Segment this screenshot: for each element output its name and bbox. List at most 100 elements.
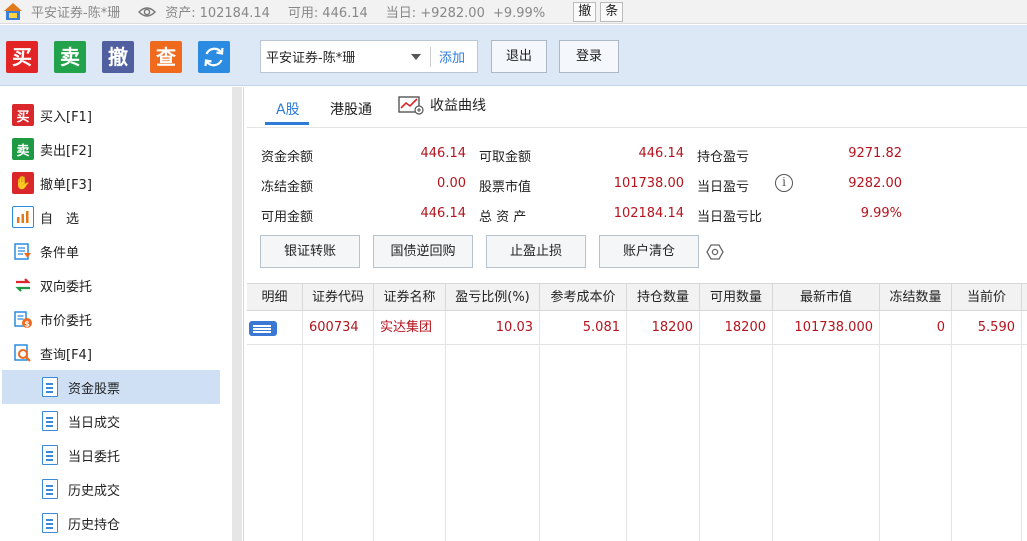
available-funds-label: 可用金额 xyxy=(261,210,314,225)
market-order-icon: $ xyxy=(12,308,34,330)
document-icon xyxy=(42,411,58,431)
market-value-label: 股票市值 xyxy=(479,180,532,195)
column-divider xyxy=(539,345,540,541)
balance-value: 446.14 xyxy=(420,146,467,161)
sidebar-item-market-order[interactable]: $ 市价委托 xyxy=(0,302,230,336)
eye-icon[interactable] xyxy=(138,6,157,18)
sidebar-subitem-label: 历史成交 xyxy=(68,483,121,499)
sidebar-item-watchlist[interactable]: 自 选 xyxy=(0,200,230,234)
sidebar: 买 买入[F1] 卖 卖出[F2] ✋ 撤单[F3] 自 选 条件单 双向委托 … xyxy=(0,87,244,541)
sidebar-item-cancel[interactable]: ✋ 撤单[F3] xyxy=(0,166,230,200)
info-icon[interactable]: i xyxy=(775,174,793,192)
assets-summary: 资产: 102184.14 xyxy=(165,2,270,21)
sidebar-subitem-label: 当日委托 xyxy=(68,449,121,465)
sidebar-item-label: 卖出[F2] xyxy=(40,143,92,159)
column-header[interactable]: 持仓数量 xyxy=(627,284,700,311)
sidebar-item-label: 市价委托 xyxy=(40,313,93,329)
tab-a-share[interactable]: A股 xyxy=(276,99,300,119)
column-header[interactable]: 明细 xyxy=(247,284,303,311)
sidebar-subitem-history-trades[interactable]: 历史成交 xyxy=(2,472,220,506)
sidebar-item-buy[interactable]: 买 买入[F1] xyxy=(0,98,230,132)
table-row[interactable]: 600734 实达集团 10.03 5.081 18200 18200 1017… xyxy=(247,311,1027,345)
account-select[interactable]: 平安证券-陈*珊 添加 xyxy=(260,40,478,73)
toolbar: 买 卖 撤 查 平安证券-陈*珊 添加 退出 登录 xyxy=(0,25,1027,86)
stock-name-cell: 实达集团 xyxy=(374,311,446,345)
column-header[interactable]: 可用数量 xyxy=(700,284,773,311)
sidebar-subitem-label: 历史持仓 xyxy=(68,517,121,533)
title-bar: 平安证券-陈*珊 资产: 102184.14 可用: 446.14 当日: +9282… xyxy=(0,0,1027,24)
refresh-button[interactable] xyxy=(198,41,230,73)
buy-icon: 买 xyxy=(12,104,34,126)
column-divider xyxy=(699,345,700,541)
quick-condition-button[interactable]: 条 xyxy=(600,1,624,22)
login-button[interactable]: 登录 xyxy=(559,40,619,73)
column-divider xyxy=(772,345,773,541)
divider xyxy=(430,46,431,67)
today-pl-pct-value: 9.99% xyxy=(860,206,902,221)
quick-cancel-button[interactable]: 撤 xyxy=(573,1,597,22)
bank-transfer-button[interactable]: 银证转账 xyxy=(260,235,360,268)
tab-hk-connect[interactable]: 港股通 xyxy=(330,99,372,119)
summary-row: 可用金额 446.14 总 资 产 102184.14 当日盈亏比 9.99% xyxy=(247,206,1027,226)
svg-text:$: $ xyxy=(24,320,30,329)
column-header[interactable]: 盈亏比例(%) xyxy=(446,284,540,311)
chevron-down-icon[interactable] xyxy=(411,53,421,60)
window-title-account: 平安证券-陈*珊 xyxy=(31,6,121,21)
stop-profit-loss-button[interactable]: 止盈止损 xyxy=(486,235,586,268)
sidebar-subitem-today-trades[interactable]: 当日成交 xyxy=(2,404,220,438)
detail-cell xyxy=(247,311,303,345)
available-summary: 可用: 446.14 xyxy=(288,2,368,21)
column-header[interactable]: 参考成本价 xyxy=(540,284,627,311)
column-divider xyxy=(1021,345,1022,541)
reverse-repo-button[interactable]: 国债逆回购 xyxy=(373,235,473,268)
sidebar-subitem-today-orders[interactable]: 当日委托 xyxy=(2,438,220,472)
column-header[interactable]: 当前价 xyxy=(952,284,1022,311)
tab-bar: A股 港股通 收益曲线 xyxy=(247,87,1027,128)
sidebar-item-two-way[interactable]: 双向委托 xyxy=(0,268,230,302)
pl-pct-cell: 10.03 xyxy=(446,311,540,345)
list-detail-icon[interactable] xyxy=(249,321,277,336)
column-header[interactable]: 最新市值 xyxy=(773,284,880,311)
add-account-link[interactable]: 添加 xyxy=(439,47,465,66)
available-value: 446.14 xyxy=(322,6,368,21)
watchlist-icon xyxy=(12,206,34,228)
chart-curve-icon xyxy=(398,96,424,115)
sidebar-item-condition[interactable]: 条件单 xyxy=(0,234,230,268)
summary-row: 冻结金额 0.00 股票市值 101738.00 当日盈亏 i 9282.00 xyxy=(247,174,1027,196)
buy-button[interactable]: 买 xyxy=(6,41,38,73)
sell-button[interactable]: 卖 xyxy=(54,41,86,73)
logout-button[interactable]: 退出 xyxy=(491,40,547,73)
clear-account-button[interactable]: 账户清仓 xyxy=(599,235,699,268)
today-value: +9282.00 xyxy=(420,6,485,21)
sidebar-scrollbar[interactable] xyxy=(232,87,242,541)
column-header[interactable]: 证券代码 xyxy=(303,284,374,311)
sidebar-item-label: 条件单 xyxy=(40,245,80,261)
sidebar-item-label: 双向委托 xyxy=(40,279,93,295)
table-header: 明细 证券代码 证券名称 盈亏比例(%) 参考成本价 持仓数量 可用数量 最新市… xyxy=(247,283,1027,311)
available-qty-cell: 18200 xyxy=(700,311,773,345)
sidebar-item-query[interactable]: 查询[F4] xyxy=(0,336,230,370)
active-tab-indicator xyxy=(265,122,309,125)
cost-price-cell: 5.081 xyxy=(540,311,627,345)
settings-hex-icon[interactable] xyxy=(706,243,724,261)
tab-profit-curve-label: 收益曲线 xyxy=(430,98,486,114)
sidebar-item-sell[interactable]: 卖 卖出[F2] xyxy=(0,132,230,166)
query-icon xyxy=(12,342,34,364)
current-price-cell: 5.590 xyxy=(952,311,1022,345)
cancel-order-button[interactable]: 撤 xyxy=(102,41,134,73)
query-button[interactable]: 查 xyxy=(150,41,182,73)
two-way-order-icon xyxy=(12,274,34,296)
column-header[interactable]: 冻结数量 xyxy=(880,284,952,311)
column-header[interactable]: 证券名称 xyxy=(374,284,446,311)
tab-profit-curve[interactable]: 收益曲线 xyxy=(398,95,486,115)
withdrawable-label: 可取金额 xyxy=(479,150,532,165)
sidebar-subitem-funds-stocks[interactable]: 资金股票 xyxy=(2,370,220,404)
sidebar-subitem-history-positions[interactable]: 历史持仓 xyxy=(2,506,220,540)
main-panel: A股 港股通 收益曲线 资金余额 446.14 可取金额 446.14 持仓盈亏… xyxy=(247,87,1027,541)
position-pl-value: 9271.82 xyxy=(848,146,902,161)
column-divider xyxy=(626,345,627,541)
sidebar-item-label: 自 选 xyxy=(40,211,80,227)
document-icon xyxy=(42,377,58,397)
hand-icon: ✋ xyxy=(12,172,34,194)
column-divider xyxy=(879,345,880,541)
